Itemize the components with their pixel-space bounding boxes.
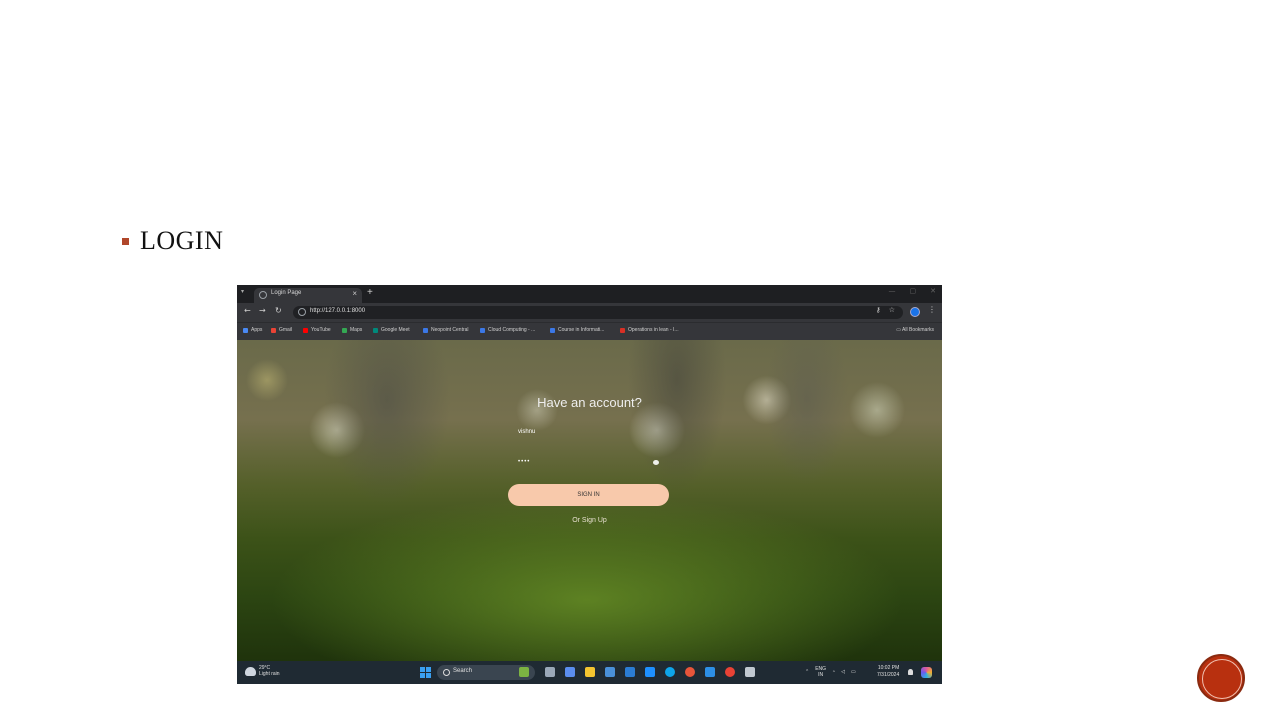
system-tray: ⌃ ENG IN ◔ ◁ ▭	[805, 666, 856, 678]
edge-icon[interactable]	[665, 667, 675, 677]
gmail-icon	[271, 327, 276, 333]
address-bar-url: http://127.0.0.1:8000	[310, 308, 366, 314]
minimize-icon[interactable]: —	[889, 287, 896, 295]
volume-icon[interactable]: ◁	[841, 669, 845, 675]
bookmarks-bar: Apps Gmail YouTube Maps Google Meet Neop…	[237, 322, 942, 340]
mail-icon[interactable]	[625, 667, 635, 677]
apps-grid-icon	[243, 327, 248, 333]
slide-bullet-text: LOGIN	[140, 226, 224, 255]
username-field[interactable]: vishnu	[508, 425, 669, 444]
forward-icon[interactable]: →	[259, 306, 266, 315]
bookmark-star-icon[interactable]: ☆	[889, 306, 895, 314]
back-icon[interactable]: ←	[244, 306, 251, 315]
reload-icon[interactable]: ↻	[275, 306, 282, 315]
browser-tab-bar: ▾ Login Page × + — ▢ ✕	[237, 285, 942, 303]
username-value: vishnu	[518, 429, 536, 435]
notification-bell-icon[interactable]	[908, 669, 913, 675]
site-info-icon[interactable]	[298, 308, 306, 316]
tab-list-icon[interactable]: ▾	[241, 288, 244, 295]
login-title: Have an account?	[537, 395, 642, 410]
window-controls: — ▢ ✕	[889, 287, 937, 295]
windows-taskbar: 29°C Light rain Search ⌃ ENG IN ◔ ◁ ▭ 10…	[237, 661, 942, 684]
slide-bullet: LOGIN	[122, 226, 223, 256]
tab-favicon-icon	[259, 291, 267, 299]
file-explorer-icon[interactable]	[585, 667, 595, 677]
profile-avatar-icon[interactable]	[910, 307, 920, 317]
taskbar-search-label: Search	[453, 668, 473, 674]
search-icon	[443, 669, 450, 676]
vscode-icon[interactable]	[705, 667, 715, 677]
bookmark-item[interactable]: Apps	[243, 327, 262, 333]
chrome-icon[interactable]	[725, 667, 735, 677]
sign-up-link[interactable]: Or Sign Up	[237, 517, 942, 524]
taskbar-clock[interactable]: 10:02 PM 7/31/2024	[877, 665, 899, 679]
bookmark-item[interactable]: Cloud Computing - ...	[480, 327, 535, 333]
menu-dots-icon[interactable]: ⋮	[928, 305, 936, 314]
clock-date: 7/31/2024	[877, 672, 900, 678]
slide-nav-ring-icon	[1202, 659, 1242, 699]
meet-icon	[373, 327, 378, 333]
password-key-icon[interactable]: ⚷	[876, 306, 881, 314]
bookmark-page-icon	[480, 327, 485, 333]
language-indicator[interactable]: ENG IN	[815, 666, 826, 678]
bookmark-item[interactable]: YouTube	[303, 327, 331, 333]
bookmark-item[interactable]: Course in Informati...	[550, 327, 604, 333]
close-window-icon[interactable]: ✕	[930, 287, 936, 295]
bookmark-item[interactable]: Google Meet	[373, 327, 410, 333]
app-icon[interactable]	[645, 667, 655, 677]
bookmark-item[interactable]: Operations in lean - I...	[620, 327, 679, 333]
bookmark-item[interactable]: Gmail	[271, 327, 292, 333]
store-icon[interactable]	[605, 667, 615, 677]
heart-bookmark-icon	[620, 327, 625, 333]
all-bookmarks-button[interactable]: ▭ All Bookmarks	[896, 327, 934, 333]
tray-overflow-icon[interactable]: ⌃	[805, 669, 809, 675]
firefox-icon[interactable]	[685, 667, 695, 677]
app-icon[interactable]	[745, 667, 755, 677]
password-value: ••••	[518, 459, 531, 465]
task-view-icon[interactable]	[545, 667, 555, 677]
slide-nav-button[interactable]	[1197, 654, 1245, 702]
address-bar[interactable]: http://127.0.0.1:8000 ⚷ ☆	[293, 306, 903, 319]
browser-toolbar: ← → ↻ http://127.0.0.1:8000 ⚷ ☆ ⋮	[237, 303, 942, 322]
battery-icon[interactable]: ▭	[851, 669, 856, 675]
maximize-icon[interactable]: ▢	[910, 287, 917, 295]
show-password-icon[interactable]	[653, 460, 659, 465]
bookmark-page-icon	[423, 327, 428, 333]
login-screenshot: ▾ Login Page × + — ▢ ✕ ← → ↻ http://127.…	[237, 285, 942, 684]
clock-time: 10:02 PM	[877, 665, 900, 671]
password-field[interactable]: ••••	[508, 455, 669, 473]
bookmark-page-icon	[550, 327, 555, 333]
tab-close-icon[interactable]: ×	[352, 289, 357, 298]
bullet-square-icon	[122, 237, 129, 245]
login-page-background: Have an account? vishnu •••• SIGN IN Or …	[237, 340, 942, 661]
sign-in-button[interactable]: SIGN IN	[508, 484, 669, 506]
search-highlight-icon[interactable]	[519, 667, 529, 677]
windows-start-icon[interactable]	[420, 667, 431, 678]
weather-widget[interactable]: 29°C Light rain	[245, 665, 280, 677]
tab-title: Login Page	[271, 290, 302, 296]
browser-tab[interactable]: Login Page ×	[254, 288, 362, 303]
wifi-icon[interactable]: ◔	[832, 669, 835, 675]
weather-desc: Light rain	[259, 671, 280, 677]
cloud-rain-icon	[245, 666, 256, 676]
new-tab-button[interactable]: +	[367, 287, 373, 299]
maps-icon	[342, 327, 347, 333]
bookmark-item[interactable]: Neopoint Central	[423, 327, 469, 333]
bookmark-item[interactable]: Maps	[342, 327, 362, 333]
chat-icon[interactable]	[565, 667, 575, 677]
youtube-icon	[303, 327, 308, 333]
copilot-icon[interactable]	[921, 667, 932, 678]
